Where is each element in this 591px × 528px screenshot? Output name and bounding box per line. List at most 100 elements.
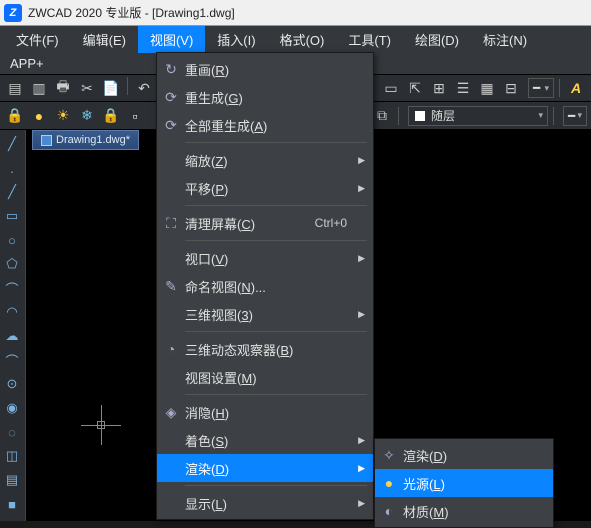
menu-item-icon: ✎ <box>157 278 185 295</box>
menu-item[interactable]: ✧渲染(D) <box>375 441 553 469</box>
menu-app-plus[interactable]: APP+ <box>10 52 56 75</box>
menu-item[interactable]: ⟳重生成(G) <box>157 83 373 111</box>
menu-item-icon: ● <box>375 475 403 491</box>
document-tab-label: Drawing1.dwg* <box>56 134 130 146</box>
toolbar-button[interactable]: ⊞ <box>428 77 450 99</box>
menu-bar: 文件(F) 编辑(E) 视图(V) 插入(I) 格式(O) 工具(T) 绘图(D… <box>0 26 591 52</box>
menu-item-icon: ⟳ <box>157 117 185 134</box>
menu-item-label: 三维动态观察器(B) <box>185 340 373 359</box>
draw-tool-button[interactable]: ⊙ <box>0 372 24 396</box>
menu-separator <box>185 240 367 241</box>
document-icon <box>41 135 52 146</box>
menu-dim[interactable]: 标注(N) <box>471 26 539 53</box>
menu-draw[interactable]: 绘图(D) <box>403 26 471 53</box>
layer-lock2-icon[interactable]: 🔒 <box>100 105 122 127</box>
menu-separator <box>185 394 367 395</box>
menu-edit[interactable]: 编辑(E) <box>71 26 138 53</box>
draw-tool-button[interactable]: . <box>0 156 24 180</box>
menu-item[interactable]: 显示(L)▶ <box>157 489 373 517</box>
crosshair-cursor <box>81 405 121 445</box>
menu-item-label: 视口(V) <box>185 249 373 268</box>
menu-item[interactable]: ⟳全部重生成(A) <box>157 111 373 139</box>
toolbar-button[interactable]: 📄 <box>100 77 122 99</box>
toolbar-button[interactable]: ▥ <box>28 77 50 99</box>
toolbar-button[interactable]: 🖶 <box>52 77 74 99</box>
submenu-arrow-icon: ▶ <box>358 435 365 446</box>
submenu-arrow-icon: ▶ <box>358 253 365 264</box>
menu-item[interactable]: ✎命名视图(N)... <box>157 272 373 300</box>
draw-tool-button[interactable]: ■ <box>0 492 24 516</box>
menu-format[interactable]: 格式(O) <box>268 26 337 53</box>
submenu-arrow-icon: ▶ <box>358 155 365 166</box>
menu-item[interactable]: 着色(S)▶ <box>157 426 373 454</box>
draw-tool-button[interactable]: ◌ <box>0 420 24 444</box>
menu-item[interactable]: 渲染(D)▶ <box>157 454 373 482</box>
draw-tool-button[interactable]: ╱ <box>0 180 24 204</box>
menu-item-label: 缩放(Z) <box>185 151 373 170</box>
menu-item-label: 材质(M) <box>403 502 553 521</box>
menu-item[interactable]: ⛶清理屏幕(C)Ctrl+0 <box>157 209 373 237</box>
layer-sun-icon[interactable]: ☀ <box>52 105 74 127</box>
menu-item[interactable]: ●光源(L) <box>375 469 553 497</box>
menu-item-label: 着色(S) <box>185 431 373 450</box>
submenu-arrow-icon: ▶ <box>358 183 365 194</box>
menu-item-icon: ⛶ <box>157 215 185 232</box>
layer-manager-icon[interactable]: ⧉ <box>371 105 393 127</box>
layer-bulb-icon[interactable]: ● <box>28 105 50 127</box>
menu-item[interactable]: ◔三维动态观察器(B) <box>157 335 373 363</box>
window-title: ZWCAD 2020 专业版 - [Drawing1.dwg] <box>28 4 235 21</box>
toolbar-button[interactable]: ☰ <box>452 77 474 99</box>
submenu-arrow-icon: ▶ <box>358 498 365 509</box>
menu-item[interactable]: ↻重画(R) <box>157 55 373 83</box>
menu-separator <box>185 485 367 486</box>
toolbar-button[interactable]: ✂ <box>76 77 98 99</box>
menu-item[interactable]: 三维视图(3)▶ <box>157 300 373 328</box>
render-submenu: ✧渲染(D)●光源(L)◐材质(M) <box>374 438 554 528</box>
toolbar-button[interactable]: ↶ <box>133 77 155 99</box>
layer-lock-icon[interactable]: 🔒 <box>4 105 26 127</box>
menu-item[interactable]: 缩放(Z)▶ <box>157 146 373 174</box>
menu-item[interactable]: 平移(P)▶ <box>157 174 373 202</box>
menu-insert[interactable]: 插入(I) <box>205 26 267 53</box>
bylayer-combo[interactable]: 随层 <box>408 106 548 126</box>
toolbar-button[interactable]: ▭ <box>380 77 402 99</box>
draw-tool-button[interactable]: ⬠ <box>0 252 24 276</box>
view-dropdown-menu: ↻重画(R)⟳重生成(G)⟳全部重生成(A)缩放(Z)▶平移(P)▶⛶清理屏幕(… <box>156 52 374 520</box>
bylayer-label: 随层 <box>431 107 455 124</box>
menu-item[interactable]: 视图设置(M) <box>157 363 373 391</box>
menu-view[interactable]: 视图(V) <box>138 26 205 53</box>
menu-item-label: 光源(L) <box>403 474 553 493</box>
layer-freeze-icon[interactable]: ❄ <box>76 105 98 127</box>
lineweight-combo[interactable]: ━ <box>563 106 587 126</box>
draw-tool-button[interactable]: ▭ <box>0 204 24 228</box>
toolbar-button[interactable]: ⇱ <box>404 77 426 99</box>
toolbar-button[interactable]: ⊟ <box>500 77 522 99</box>
draw-tool-button[interactable]: ○ <box>0 228 24 252</box>
draw-tool-button[interactable]: ▤ <box>0 468 24 492</box>
draw-tool-button[interactable]: ╱ <box>0 132 24 156</box>
draw-tool-button[interactable]: ⌒ <box>0 348 24 372</box>
menu-separator <box>185 205 367 206</box>
menu-item[interactable]: 视口(V)▶ <box>157 244 373 272</box>
menu-item-label: 全部重生成(A) <box>185 116 373 135</box>
linetype-swatch[interactable]: ━ <box>528 78 554 98</box>
document-tab[interactable]: Drawing1.dwg* <box>32 130 139 150</box>
toolbar-button[interactable]: ▦ <box>476 77 498 99</box>
toolbar-button[interactable]: ▤ <box>4 77 26 99</box>
menu-item-icon: ◔ <box>157 341 185 357</box>
menu-item-icon: ↻ <box>157 61 185 78</box>
text-style-button[interactable]: A <box>565 77 587 99</box>
draw-tool-button[interactable]: ◉ <box>0 396 24 420</box>
menu-item[interactable]: ◈消隐(H) <box>157 398 373 426</box>
menu-tools[interactable]: 工具(T) <box>336 26 403 53</box>
menu-item-icon: ◈ <box>157 404 185 421</box>
draw-tool-button[interactable]: ◠ <box>0 300 24 324</box>
draw-tool-button[interactable]: ☁ <box>0 324 24 348</box>
menu-file[interactable]: 文件(F) <box>4 26 71 53</box>
separator <box>553 107 554 125</box>
layer-color-swatch[interactable]: ▫ <box>124 105 146 127</box>
menu-item-label: 平移(P) <box>185 179 373 198</box>
draw-tool-button[interactable]: ⌒ <box>0 276 24 300</box>
draw-tool-button[interactable]: ◫ <box>0 444 24 468</box>
separator <box>559 79 560 97</box>
